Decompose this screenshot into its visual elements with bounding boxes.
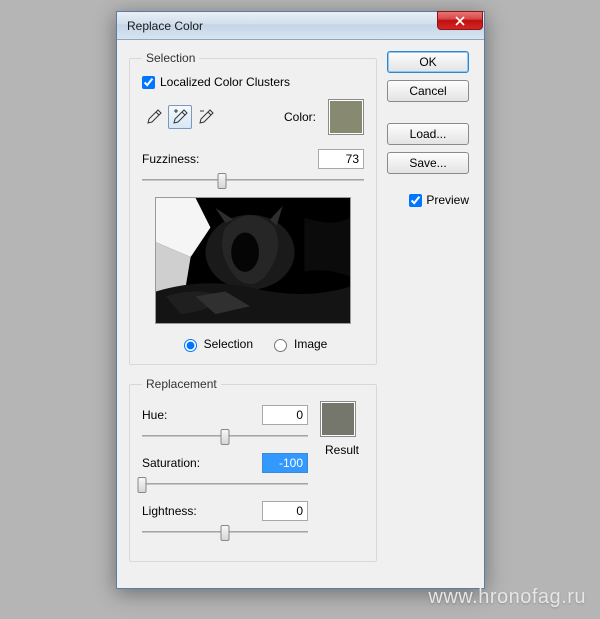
radio-image-label[interactable]: Image: [269, 336, 327, 352]
eyedropper-icon: [146, 109, 162, 125]
slider-thumb[interactable]: [221, 525, 230, 541]
saturation-label: Saturation:: [142, 456, 200, 470]
result-label: Result: [320, 443, 364, 457]
dialog-title: Replace Color: [127, 19, 203, 33]
watermark: www.hronofag.ru: [428, 586, 586, 609]
eyedropper-add-tool[interactable]: [168, 105, 192, 129]
load-button[interactable]: Load...: [387, 123, 469, 145]
color-label: Color:: [284, 110, 316, 124]
selection-preview: [155, 197, 351, 324]
lightness-slider[interactable]: [142, 523, 308, 541]
saturation-slider[interactable]: [142, 475, 308, 493]
replacement-group: Replacement Hue: Saturation:: [129, 377, 377, 562]
localized-clusters-checkbox[interactable]: [142, 76, 155, 89]
preview-checkbox[interactable]: [409, 194, 422, 207]
slider-thumb[interactable]: [221, 429, 230, 445]
titlebar[interactable]: Replace Color: [117, 12, 484, 40]
localized-clusters-label: Localized Color Clusters: [160, 75, 290, 89]
slider-track: [142, 179, 364, 181]
ok-button[interactable]: OK: [387, 51, 469, 73]
save-button[interactable]: Save...: [387, 152, 469, 174]
selection-group: Selection Localized Color Clusters: [129, 51, 377, 365]
eyedropper-sub-icon: [198, 109, 214, 125]
close-icon: [455, 16, 465, 26]
color-swatch[interactable]: [328, 99, 364, 135]
fuzziness-label: Fuzziness:: [142, 152, 199, 166]
eyedropper-tool[interactable]: [142, 105, 166, 129]
lightness-label: Lightness:: [142, 504, 197, 518]
slider-thumb[interactable]: [138, 477, 147, 493]
radio-image[interactable]: [274, 339, 287, 352]
close-button[interactable]: [437, 11, 483, 30]
radio-selection-label[interactable]: Selection: [179, 336, 253, 352]
fuzziness-slider[interactable]: [142, 171, 364, 189]
replacement-legend: Replacement: [142, 377, 221, 391]
eyedropper-add-icon: [172, 109, 188, 125]
fuzziness-input[interactable]: [318, 149, 364, 169]
hue-slider[interactable]: [142, 427, 308, 445]
slider-thumb[interactable]: [217, 173, 226, 189]
hue-input[interactable]: [262, 405, 308, 425]
saturation-input[interactable]: [262, 453, 308, 473]
lightness-input[interactable]: [262, 501, 308, 521]
result-swatch[interactable]: [320, 401, 356, 437]
selection-legend: Selection: [142, 51, 199, 65]
replace-color-dialog: Replace Color Selection Localized Color …: [116, 11, 485, 589]
radio-selection[interactable]: [184, 339, 197, 352]
cancel-button[interactable]: Cancel: [387, 80, 469, 102]
eyedropper-sub-tool[interactable]: [194, 105, 218, 129]
preview-label: Preview: [426, 193, 469, 207]
hue-label: Hue:: [142, 408, 167, 422]
